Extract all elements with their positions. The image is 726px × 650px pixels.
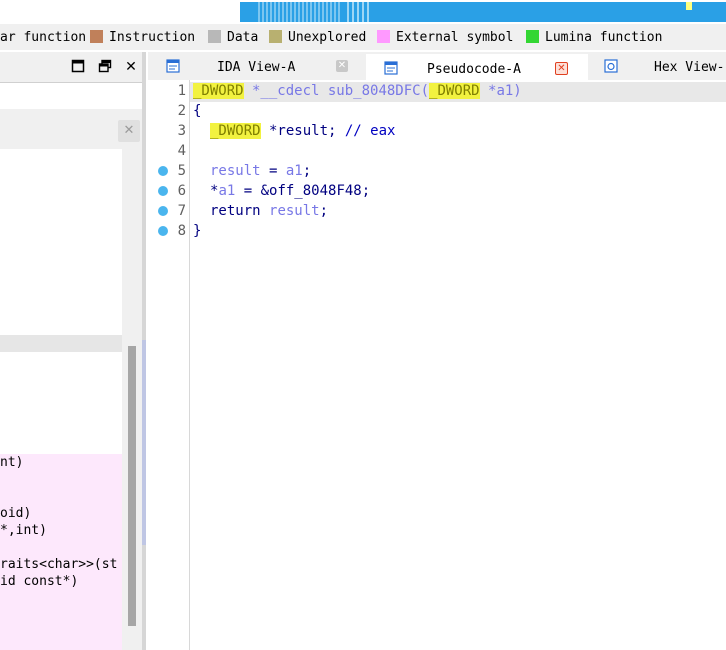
code-line-7[interactable]: return result; [210,201,328,221]
code-token[interactable]: ; [320,203,328,219]
code-token[interactable]: *result; [261,123,345,139]
code-token[interactable]: = &off_8048F48; [235,183,370,199]
nav-position-marker [686,2,692,10]
legend-label: Instruction [109,30,196,45]
code-line-6[interactable]: *a1 = &off_8048F48; [210,181,370,201]
functions-list-external-rows[interactable]: nt) oid) *,int) raits<char>>(st id const… [0,454,122,650]
tab-label: Hex View- [654,60,725,75]
code-token[interactable]: *__cdecl sub_8048DFC( [244,83,429,99]
tab-ida-view-a[interactable]: IDA View-A ✕ [150,54,364,80]
legend-item-lumina-function: Lumina function [526,30,662,46]
code-token[interactable]: ; [303,163,311,179]
tab-close-icon[interactable]: ✕ [336,60,348,72]
gutter-separator [189,80,190,650]
code-line-2[interactable]: { [193,101,201,121]
code-token[interactable]: } [193,223,201,239]
breakpoint-dot-icon[interactable] [158,206,168,216]
legend-label: Data [227,30,259,45]
breakpoint-dot-icon[interactable] [158,186,168,196]
close-icon[interactable]: ✕ [123,59,139,75]
legend-item-unexplored: Unexplored [269,30,366,46]
functions-list-selected-row[interactable] [0,335,122,352]
tab-label: IDA View-A [217,60,296,75]
list-item[interactable]: raits<char>>(st [0,556,117,573]
legend-swatch [90,30,103,43]
legend-item-instruction: Instruction [90,30,195,46]
restore-icon[interactable] [97,59,113,75]
code-line-1[interactable]: _DWORD *__cdecl sub_8048DFC(_DWORD *a1) [193,81,522,101]
code-line-8[interactable]: } [193,221,201,241]
splitter-highlight [142,340,146,545]
maximize-icon[interactable] [70,59,86,75]
list-item[interactable]: nt) [0,454,23,471]
type-token[interactable]: _DWORD [193,83,244,99]
nav-segment-unexplored[interactable] [0,2,240,22]
legend-item-data: Data [208,30,258,46]
legend-swatch [269,30,282,43]
disassembly-view-icon [166,59,180,73]
line-number: 3 [177,123,186,139]
legend-swatch [377,30,390,43]
line-number: 1 [177,83,186,99]
list-item[interactable]: id const*) [0,573,78,590]
functions-pane-titlebar: ✕ [0,52,146,83]
code-line-3[interactable]: _DWORD *result; // eax [210,121,395,141]
comment-token[interactable]: // eax [345,123,396,139]
tab-label: Pseudocode-A [427,62,521,77]
breakpoint-dot-icon[interactable] [158,226,168,236]
navigation-band[interactable] [0,0,726,24]
code-token[interactable]: { [193,103,201,119]
line-number: 4 [177,143,186,159]
legend-label: Unexplored [288,30,367,45]
nav-segment-detail[interactable] [256,2,340,22]
legend-item-regular-function: ar function [0,30,86,46]
code-token[interactable]: = [261,163,286,179]
legend-label: ar function [0,30,87,45]
pseudocode-view-icon [384,61,398,75]
functions-pane-toolbar [0,83,146,109]
legend-item-external-symbol: External symbol [377,30,513,46]
variable-token[interactable]: a1 [218,183,235,199]
line-number: 2 [177,103,186,119]
legend-label: External symbol [396,30,514,45]
keyword-token[interactable]: return [210,203,269,219]
type-token[interactable]: _DWORD [429,83,480,99]
code-token[interactable]: *a1) [480,83,522,99]
legend-swatch [526,30,539,43]
scrollbar-thumb[interactable] [128,346,136,626]
hex-view-icon [604,59,618,73]
legend-bar: ar function Instruction Data Unexplored … [0,24,726,50]
breakpoint-dot-icon[interactable] [158,166,168,176]
variable-token[interactable]: result [269,203,320,219]
nav-segment-detail-2[interactable] [344,2,372,22]
tab-hex-view[interactable]: Hex View- [590,54,726,80]
legend-swatch [208,30,221,43]
tab-pseudocode-a[interactable]: Pseudocode-A ✕ [366,54,588,82]
list-item[interactable]: oid) [0,505,31,522]
variable-token[interactable]: a1 [286,163,303,179]
code-line-5[interactable]: result = a1; [210,161,311,181]
tab-close-icon[interactable]: ✕ [555,62,568,75]
subpanel-close-icon[interactable]: ✕ [118,120,140,142]
legend-label: Lumina function [545,30,663,45]
variable-token[interactable]: result [210,163,261,179]
type-token[interactable]: _DWORD [210,123,261,139]
list-item[interactable]: *,int) [0,522,47,539]
